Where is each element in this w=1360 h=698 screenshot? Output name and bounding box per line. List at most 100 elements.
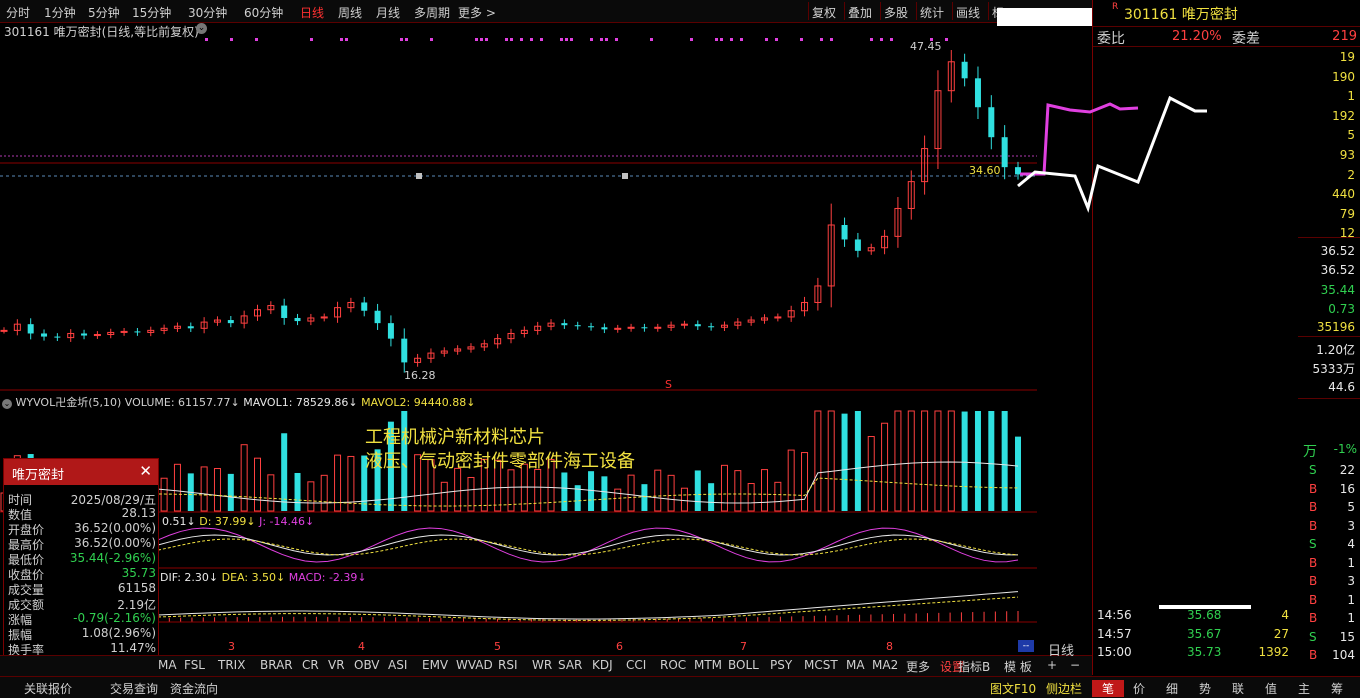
period-tab-9[interactable]: 多周期 [414, 4, 450, 21]
right-panel-tab-6[interactable]: 主 [1298, 680, 1310, 697]
bottom-tab-1[interactable]: 交易查询 [110, 680, 158, 697]
indicator-tab-2[interactable]: TRIX [218, 658, 245, 672]
period-tab-7[interactable]: 周线 [338, 4, 362, 21]
volume-header: ⌄ WYVOL卍金圻(5,10) VOLUME: 61157.77↓ MAVOL… [2, 394, 475, 410]
period-tab-2[interactable]: 5分钟 [88, 4, 120, 21]
indicator-right-2[interactable]: + [1047, 658, 1057, 672]
date-mark-4: 7 [740, 640, 747, 653]
tick-time: 14:57 [1097, 626, 1132, 641]
macd-dea-line [157, 596, 1019, 621]
period-tab-6[interactable]: 日线 [300, 4, 324, 21]
date-mark-2: 5 [494, 640, 501, 653]
indicator-tab-13[interactable]: KDJ [592, 658, 613, 672]
bottom-tab-0[interactable]: 关联报价 [24, 680, 72, 697]
trade-count: 1 [1347, 611, 1355, 625]
right-panel-tab-5[interactable]: 值 [1265, 680, 1277, 697]
trade-count: 4 [1347, 537, 1355, 551]
bottom-mid-1[interactable]: 侧边栏 [1046, 680, 1082, 697]
indicator-tab-0[interactable]: MA [158, 658, 177, 672]
volume-bar-22 [294, 472, 301, 511]
volume-bar-58 [774, 481, 782, 512]
right-panel-tab-3[interactable]: 势 [1199, 680, 1211, 697]
period-tab-8[interactable]: 月线 [376, 4, 400, 21]
right-panel-tab-4[interactable]: 联 [1232, 680, 1244, 697]
concept-note-line1: 工程机械沪新材料芯片 [365, 427, 545, 448]
period-tab-0[interactable]: 分时 [6, 4, 30, 21]
indicator-tab-15[interactable]: ROC [660, 658, 686, 672]
period-tab-4[interactable]: 30分钟 [188, 4, 227, 21]
indicator-tab-12[interactable]: SAR [558, 658, 582, 672]
quote-value: 35.44 [1320, 283, 1355, 297]
tool-button-3[interactable]: 统计 [920, 4, 944, 21]
indicator-right-1[interactable]: 模 板 [1004, 658, 1032, 675]
trade-side: S [1309, 463, 1317, 477]
chart-options-icon[interactable]: ⌄ [196, 23, 207, 34]
macd-dea-value: DEA: 3.50↓ [221, 571, 286, 584]
candle-6 [81, 329, 88, 340]
indicator-tab-8[interactable]: EMV [422, 658, 448, 672]
kdj-d-line [157, 538, 1019, 556]
order-book-volume: 93 [1339, 148, 1355, 162]
indicator-tab-16[interactable]: MTM [694, 658, 722, 672]
indicator-tab-20[interactable]: MA [846, 658, 865, 672]
period-tab-10[interactable]: 更多 > [458, 4, 496, 21]
right-panel-tab-1[interactable]: 价 [1133, 680, 1145, 697]
indicator-tab-18[interactable]: PSY [770, 658, 792, 672]
right-panel-tab-0[interactable]: 笔 [1092, 680, 1125, 697]
candle-62 [827, 203, 835, 308]
date-mark-3: 6 [616, 640, 623, 653]
high-price-label: 47.45 [910, 40, 942, 53]
indicator-tab-1[interactable]: FSL [184, 658, 205, 672]
indicator-tab-9[interactable]: WVAD [456, 658, 493, 672]
bottom-tab-2[interactable]: 资金流向 [170, 680, 218, 697]
volume-panel-options-icon[interactable]: ⌄ [2, 399, 12, 409]
volume-bar-73 [974, 411, 981, 511]
trade-side: S [1309, 629, 1317, 644]
close-icon[interactable]: ✕ [139, 462, 152, 480]
period-tab-5[interactable]: 60分钟 [244, 4, 283, 21]
indicator-tab-21[interactable]: MA2 [872, 658, 898, 672]
candle-38 [507, 328, 515, 344]
indicator-tab-5[interactable]: VR [328, 658, 345, 672]
volume-bar-63 [841, 413, 848, 511]
indicator-tab-10[interactable]: RSI [498, 658, 518, 672]
candle-36 [480, 339, 488, 351]
info-row: 振幅 1.08(2.96%) [4, 626, 158, 642]
indicator-tab-3[interactable]: BRAR [260, 658, 293, 672]
volume-bar-55 [734, 470, 742, 512]
indicator-tab-6[interactable]: OBV [354, 658, 380, 672]
indicator-tab-14[interactable]: CCI [626, 658, 646, 672]
kdj-k-value: 0.51↓ [162, 515, 196, 528]
info-value: 36.52(0.00%) [74, 521, 156, 535]
candle-12 [160, 324, 168, 335]
kdj-d-value: D: 37.99↓ [199, 515, 256, 528]
volume-bar-24 [320, 474, 328, 512]
tool-button-2[interactable]: 多股 [884, 4, 908, 21]
tool-button-1[interactable]: 叠加 [848, 4, 872, 21]
indicator-tab-19[interactable]: MCST [804, 658, 838, 672]
trade-count: 5 [1347, 500, 1355, 514]
daily-line-tab[interactable]: 日线 [1048, 640, 1074, 659]
volume-bar-33 [440, 481, 448, 512]
period-tab-1[interactable]: 1分钟 [44, 4, 76, 21]
candle-59 [787, 305, 795, 322]
tick-volume: 4 [1281, 608, 1289, 622]
indicator-tab-22[interactable]: 更多 [906, 658, 930, 675]
tool-button-0[interactable]: 复权 [812, 4, 836, 21]
period-tab-3[interactable]: 15分钟 [132, 4, 171, 21]
right-panel-tab-7[interactable]: 筹 [1331, 680, 1343, 697]
bottom-mid-0[interactable]: 图文F10 [990, 680, 1036, 697]
right-panel-tab-2[interactable]: 细 [1166, 680, 1178, 697]
indicator-tab-7[interactable]: ASI [388, 658, 407, 672]
indicator-tab-11[interactable]: WR [532, 658, 552, 672]
trade-count: 1 [1347, 555, 1355, 570]
indicator-tab-17[interactable]: BOLL [728, 658, 759, 672]
indicator-right-3[interactable]: − [1070, 658, 1080, 672]
candle-40 [534, 321, 542, 335]
tool-button-4[interactable]: 画线 [956, 4, 980, 21]
indicator-right-0[interactable]: 指标B [958, 658, 990, 675]
ind-extra-icon[interactable]: -- [1018, 640, 1034, 652]
crosshair-info-panel: 唯万密封 ✕ 时间 2025/08/29/五 数值 28.13 开盘价 36.52(0.0… [3, 458, 159, 677]
info-value: 28.13 [121, 506, 156, 520]
indicator-tab-4[interactable]: CR [302, 658, 319, 672]
